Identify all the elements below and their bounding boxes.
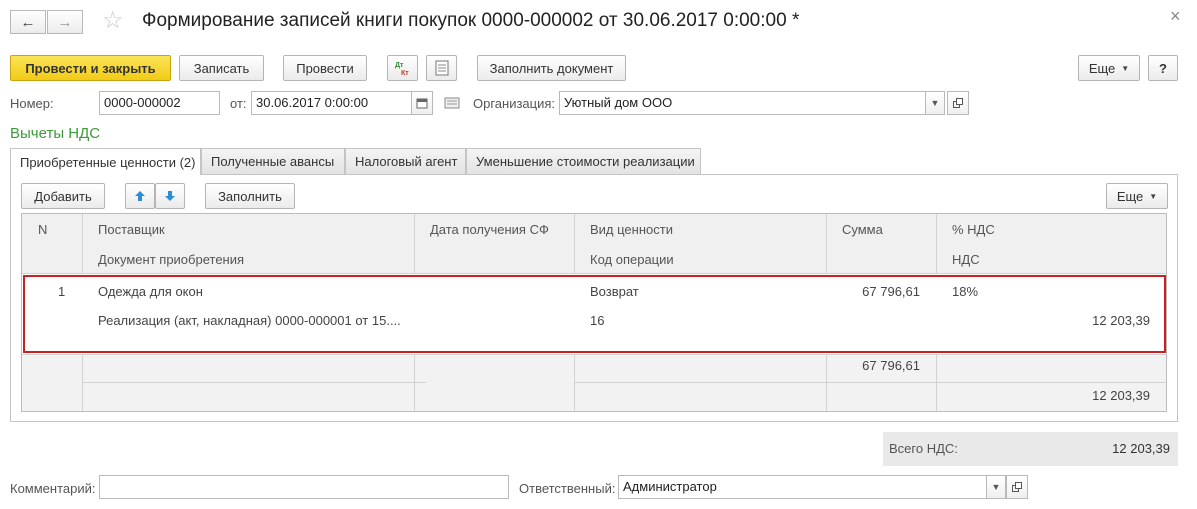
calendar-button[interactable] <box>411 91 433 115</box>
organization-open-icon[interactable] <box>947 91 969 115</box>
table-more-button[interactable]: Еще ▼ <box>1106 183 1168 209</box>
chevron-down-icon: ▼ <box>1149 191 1158 201</box>
organization-label: Организация: <box>473 96 556 111</box>
header-purchase-document[interactable]: Документ приобретения <box>98 252 244 267</box>
org-info-icon <box>444 96 460 113</box>
number-label: Номер: <box>10 96 54 111</box>
comment-label: Комментарий: <box>10 481 96 496</box>
header-sum[interactable]: Сумма <box>842 222 883 237</box>
date-field[interactable]: 30.06.2017 0:00:00 <box>251 91 412 115</box>
more-label: Еще <box>1088 60 1116 76</box>
table-more-label: Еще <box>1116 188 1144 204</box>
date-label: от: <box>230 96 247 111</box>
dt-kt-icon: Дт Кт <box>395 62 409 77</box>
header-operation-code[interactable]: Код операции <box>590 252 674 267</box>
responsible-dropdown-icon[interactable]: ▼ <box>986 475 1006 499</box>
header-vat-rate[interactable]: % НДС <box>952 222 995 237</box>
total-vat-column: 12 203,39 <box>1092 388 1150 403</box>
chevron-down-icon: ▼ <box>1121 63 1130 73</box>
fill-document-button[interactable]: Заполнить документ <box>477 55 626 81</box>
document-icon <box>435 60 448 76</box>
save-button[interactable]: Записать <box>179 55 264 81</box>
total-vat-box: Всего НДС: 12 203,39 <box>883 432 1178 466</box>
responsible-open-icon[interactable] <box>1006 475 1028 499</box>
header-value-type[interactable]: Вид ценности <box>590 222 673 237</box>
favorite-star-icon[interactable]: ☆ <box>102 6 124 35</box>
total-vat-value: 12 203,39 <box>1112 441 1170 456</box>
total-vat-label: Всего НДС: <box>889 441 958 456</box>
print-doc-button[interactable] <box>426 55 457 81</box>
more-menu-button[interactable]: Еще ▼ <box>1078 55 1140 81</box>
arrow-up-icon <box>135 191 145 201</box>
section-title: Вычеты НДС <box>10 125 101 142</box>
move-up-button[interactable] <box>125 183 155 209</box>
window-title: Формирование записей книги покупок 0000-… <box>142 10 800 31</box>
fill-table-button[interactable]: Заполнить <box>205 183 295 209</box>
tab-received-advances[interactable]: Полученные авансы <box>201 148 345 174</box>
responsible-label: Ответственный: <box>519 481 616 496</box>
header-supplier[interactable]: Поставщик <box>98 222 165 237</box>
add-row-button[interactable]: Добавить <box>21 183 105 209</box>
dt-kt-button[interactable]: Дт Кт <box>387 55 418 81</box>
comment-field[interactable] <box>99 475 509 499</box>
move-down-button[interactable] <box>155 183 185 209</box>
header-vat[interactable]: НДС <box>952 252 980 267</box>
svg-text:Дт: Дт <box>395 62 404 69</box>
calendar-icon <box>416 98 428 109</box>
number-field[interactable]: 0000-000002 <box>99 91 220 115</box>
header-n[interactable]: N <box>38 222 47 237</box>
help-button[interactable]: ? <box>1148 55 1178 81</box>
tab-sales-value-reduction[interactable]: Уменьшение стоимости реализации <box>466 148 701 174</box>
tab-acquired-values[interactable]: Приобретенные ценности (2) <box>10 148 201 175</box>
responsible-field[interactable]: Администратор <box>618 475 987 499</box>
svg-text:Кт: Кт <box>401 70 409 77</box>
highlight-frame <box>23 275 1166 353</box>
back-button[interactable]: ← <box>10 10 46 34</box>
post-button[interactable]: Провести <box>283 55 367 81</box>
forward-icon: → <box>57 13 73 31</box>
close-icon[interactable]: × <box>1170 6 1181 27</box>
arrow-down-icon <box>165 191 175 201</box>
header-invoice-date[interactable]: Дата получения СФ <box>430 222 549 237</box>
total-sum: 67 796,61 <box>862 358 920 373</box>
organization-dropdown-icon[interactable]: ▼ <box>925 91 945 115</box>
post-and-close-button[interactable]: Провести и закрыть <box>10 55 171 81</box>
organization-field[interactable]: Уютный дом ООО <box>559 91 926 115</box>
tab-tax-agent[interactable]: Налоговый агент <box>345 148 466 174</box>
back-icon: ← <box>20 13 36 31</box>
forward-button[interactable]: → <box>47 10 83 34</box>
